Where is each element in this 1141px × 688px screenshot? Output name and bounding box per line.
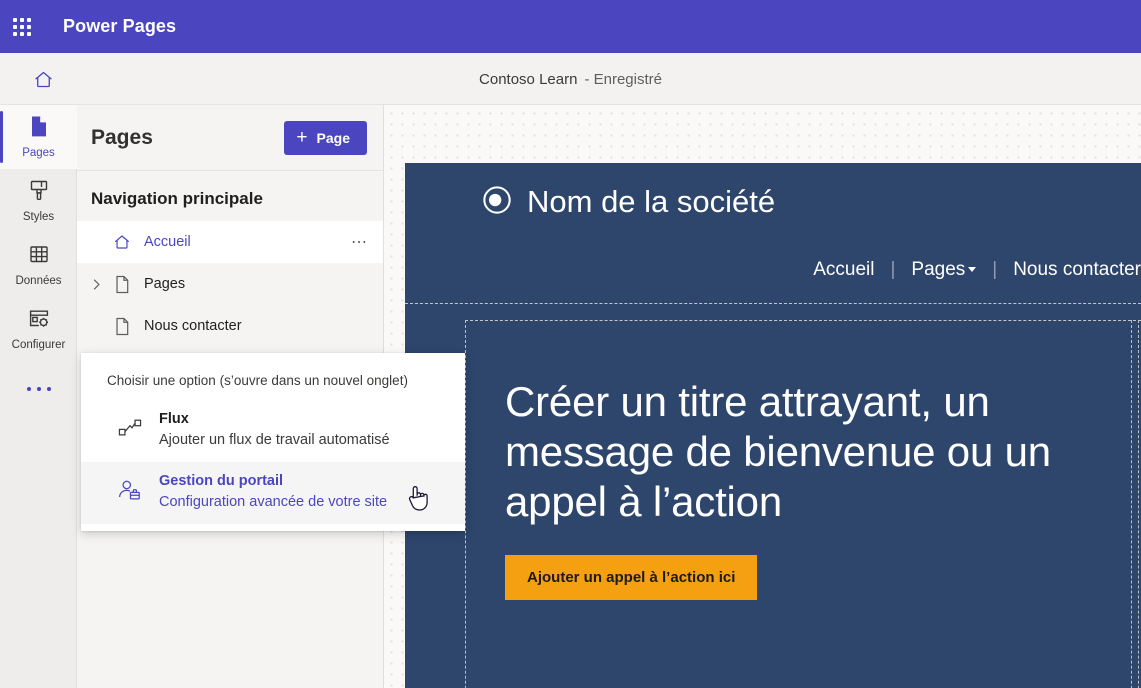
page-tree-item-pages[interactable]: Pages <box>77 263 383 305</box>
site-brand-name: Nom de la société <box>527 184 776 219</box>
sidebar-item-pages[interactable]: Pages <box>0 105 77 169</box>
page-tree-item-accueil[interactable]: Accueil ⋯ <box>77 221 383 263</box>
flyout-item-gestion-du-portail[interactable]: Gestion du portail Configuration avancée… <box>81 462 465 524</box>
flyout-item-subtitle: Configuration avancée de votre site <box>159 494 388 510</box>
hero-title: Créer un titre attrayant, un message de … <box>505 378 1051 525</box>
hero-guide-top <box>465 320 1141 321</box>
waffle-grid-icon[interactable] <box>0 0 44 53</box>
site-nav-link-accueil[interactable]: Accueil <box>813 259 874 281</box>
site-name: Contoso Learn <box>479 70 578 88</box>
left-rail: Pages Styles Données Configurer <box>0 105 77 688</box>
table-icon <box>27 242 51 272</box>
page-tree-label: Pages <box>144 276 186 292</box>
site-nav-link-pages[interactable]: Pages <box>911 259 977 281</box>
chevron-right-icon[interactable] <box>83 278 109 291</box>
site-nav-link-nous-contacter[interactable]: Nous contacter <box>1013 259 1141 281</box>
plus-icon: + <box>296 127 308 148</box>
page-tree-label: Accueil <box>144 234 191 250</box>
hero-guide-left <box>465 320 466 688</box>
setup-gear-icon <box>27 306 51 336</box>
file-icon <box>109 317 135 336</box>
add-page-button[interactable]: + Page <box>284 120 367 155</box>
pages-panel-header: Pages + Page <box>77 105 383 171</box>
command-bar: Contoso Learn - Enregistré <box>0 53 1141 105</box>
circle-logo-icon <box>482 185 512 220</box>
hero-guide-outer <box>1138 320 1139 688</box>
sidebar-item-label: Styles <box>22 211 55 223</box>
sidebar-item-configurer[interactable]: Configurer <box>0 297 77 361</box>
sidebar-item-label: Pages <box>22 147 55 159</box>
sidebar-item-label: Configurer <box>11 339 66 351</box>
hero-cta-button[interactable]: Ajouter un appel à l’action ici <box>505 555 758 600</box>
home-outline-icon <box>109 233 135 251</box>
power-pages-design-studio: Power Pages Contoso Learn - Enregistré P… <box>0 0 1141 688</box>
hero-guide-right <box>1131 320 1132 688</box>
nav-separator: | <box>890 259 896 280</box>
caret-down-icon <box>968 267 977 273</box>
nav-section-title: Navigation principale <box>91 189 263 208</box>
nav-separator: | <box>992 259 998 280</box>
site-preview: Nom de la société Accueil | Pages | Nous… <box>405 163 1141 688</box>
save-status: - Enregistré <box>584 70 662 88</box>
page-title: Pages <box>91 125 153 149</box>
site-header: Nom de la société Accueil | Pages | Nous… <box>405 163 1141 304</box>
flow-icon <box>117 409 143 444</box>
page-tree-label: Nous contacter <box>144 318 242 334</box>
site-canvas: Nom de la société Accueil | Pages | Nous… <box>384 105 1141 688</box>
app-title: Power Pages <box>63 16 177 36</box>
paint-brush-icon <box>27 178 51 208</box>
rail-more-button[interactable] <box>0 361 77 417</box>
document-title: Contoso Learn - Enregistré <box>0 53 1141 105</box>
site-hero-section[interactable]: Créer un titre attrayant, un message de … <box>405 304 1141 688</box>
site-nav: Accueil | Pages | Nous contacter <box>813 259 1141 281</box>
flyout-item-title: Flux <box>159 411 189 427</box>
page-icon <box>27 114 51 144</box>
flyout-item-title: Gestion du portail <box>159 473 284 489</box>
app-bar: Power Pages <box>0 0 1141 53</box>
flyout-hint: Choisir une option (s’ouvre dans un nouv… <box>107 373 408 388</box>
choose-option-flyout: Choisir une option (s’ouvre dans un nouv… <box>81 353 465 531</box>
sidebar-item-donnees[interactable]: Données <box>0 233 77 297</box>
portal-management-icon <box>117 471 143 508</box>
sidebar-item-label: Données <box>15 275 62 287</box>
page-row-more-button[interactable]: ⋯ <box>351 232 373 252</box>
page-tree-item-nous-contacter[interactable]: Nous contacter <box>77 305 383 347</box>
flyout-item-subtitle: Ajouter un flux de travail automatisé <box>159 432 390 448</box>
add-page-label: Page <box>316 129 350 146</box>
sidebar-item-styles[interactable]: Styles <box>0 169 77 233</box>
site-brand[interactable]: Nom de la société <box>482 184 775 220</box>
file-icon <box>109 275 135 294</box>
flyout-item-flux[interactable]: Flux Ajouter un flux de travail automati… <box>81 400 465 462</box>
